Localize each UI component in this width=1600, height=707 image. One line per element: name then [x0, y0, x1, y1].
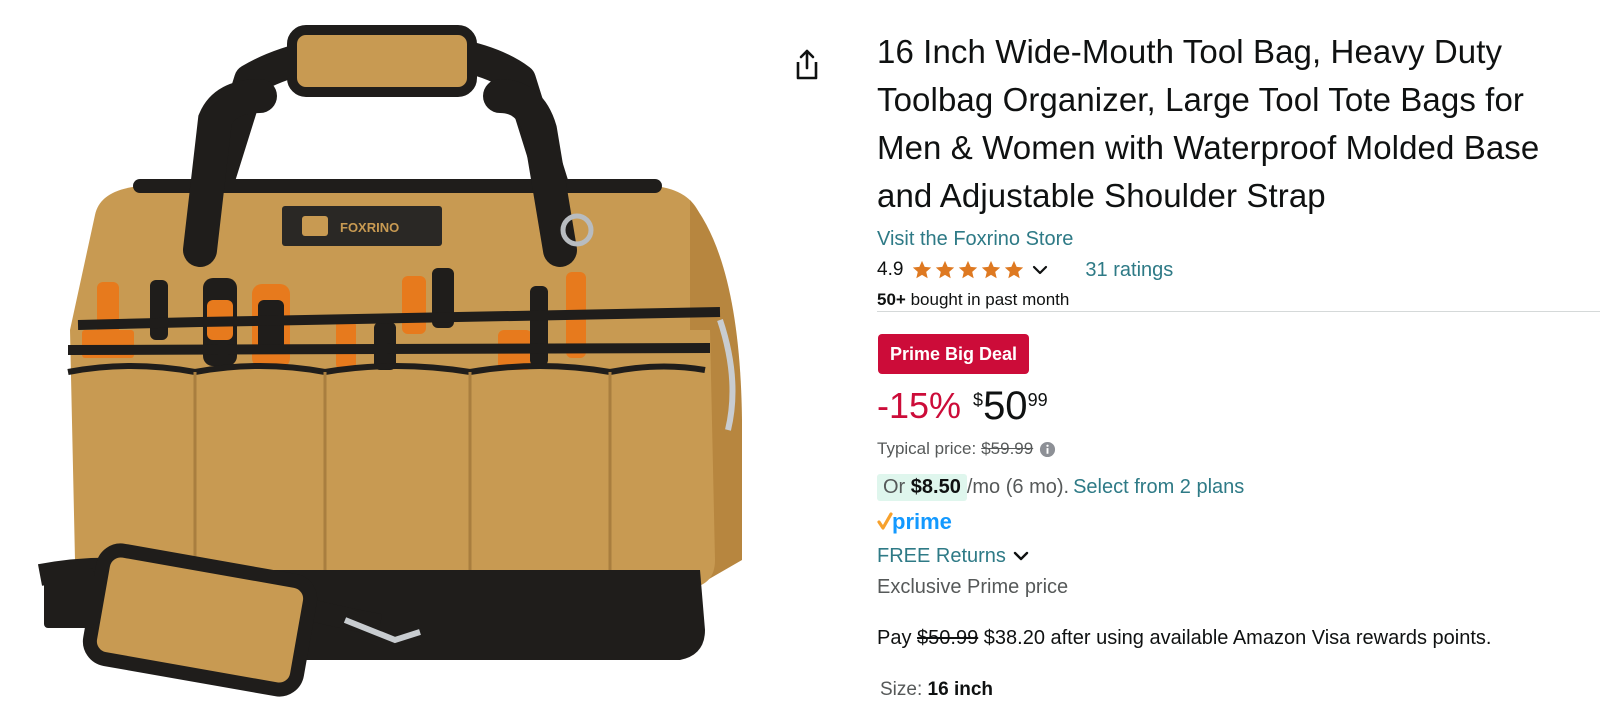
installment-amount-pill: Or $8.50	[877, 473, 967, 501]
select-plans-link[interactable]: Select from 2 plans	[1073, 476, 1244, 499]
free-returns-label: FREE Returns	[877, 544, 1006, 567]
rating-row: 4.9 31 ratings	[877, 256, 1587, 284]
star-rating[interactable]	[911, 259, 1025, 281]
typical-price: Typical price: $59.99	[877, 437, 1056, 461]
star-icon	[959, 260, 978, 279]
bought-in-past-month: 50+ bought in past month	[877, 288, 1587, 312]
product-image-area[interactable]: FOXRINO	[0, 0, 780, 707]
share-button[interactable]	[792, 48, 822, 82]
ratings-count-link[interactable]: 31 ratings	[1085, 259, 1173, 282]
installment-offer: Or $8.50 /mo (6 mo). Select from 2 plans	[877, 472, 1244, 502]
pay-prefix: Pay	[877, 627, 912, 649]
pay-original-price: $50.99	[917, 627, 979, 649]
pay-after-text: $38.20 after using available Amazon Visa…	[983, 627, 1492, 649]
discount-percent: -15%	[877, 385, 962, 426]
prime-logo: prime	[877, 509, 952, 534]
size-value: 16 inch	[927, 679, 994, 700]
typical-price-value: $59.99	[981, 439, 1034, 458]
installment-amount: $8.50	[910, 475, 961, 498]
product-image[interactable]: FOXRINO	[0, 0, 780, 707]
chevron-down-icon[interactable]	[1031, 261, 1049, 279]
star-icon	[936, 260, 955, 279]
price-fraction: 99	[1027, 390, 1048, 410]
product-title: 16 Inch Wide-Mouth Tool Bag, Heavy Duty …	[877, 33, 1540, 214]
typical-price-label: Typical price:	[877, 439, 977, 458]
product-details: 16 Inch Wide-Mouth Tool Bag, Heavy Duty …	[877, 28, 1587, 312]
installment-prefix: Or	[883, 475, 906, 498]
chevron-down-icon	[1013, 551, 1029, 561]
price-whole: 50	[983, 384, 1028, 428]
deal-badge: Prime Big Deal	[878, 334, 1030, 374]
installment-term: /mo (6 mo).	[966, 475, 1070, 498]
bought-text: bought in past month	[910, 290, 1070, 309]
brand-logo-text: FOXRINO	[340, 220, 399, 235]
size-label: Size:	[880, 679, 923, 700]
visa-rewards-offer: Pay $50.99 $38.20 after using available …	[877, 624, 1491, 652]
price: $ 50 99	[973, 381, 1048, 431]
size-selector-label: Size: 16 inch	[880, 677, 993, 703]
star-icon	[913, 260, 932, 279]
star-icon	[982, 260, 1001, 279]
price-row: -15% $ 50 99	[877, 381, 1048, 431]
divider	[877, 311, 1600, 312]
share-icon	[796, 49, 818, 80]
store-link[interactable]: Visit the Foxrino Store	[877, 226, 1587, 252]
free-returns[interactable]: FREE Returns	[877, 542, 1030, 570]
prime-label: prime	[892, 509, 952, 534]
exclusive-prime-price: Exclusive Prime price	[877, 576, 1069, 598]
price-symbol: $	[973, 390, 984, 410]
prime-check-icon	[877, 512, 893, 530]
info-icon[interactable]	[1039, 441, 1056, 458]
bought-count: 50+	[877, 290, 906, 309]
rating-value: 4.9	[877, 259, 904, 280]
star-icon	[1005, 260, 1024, 279]
